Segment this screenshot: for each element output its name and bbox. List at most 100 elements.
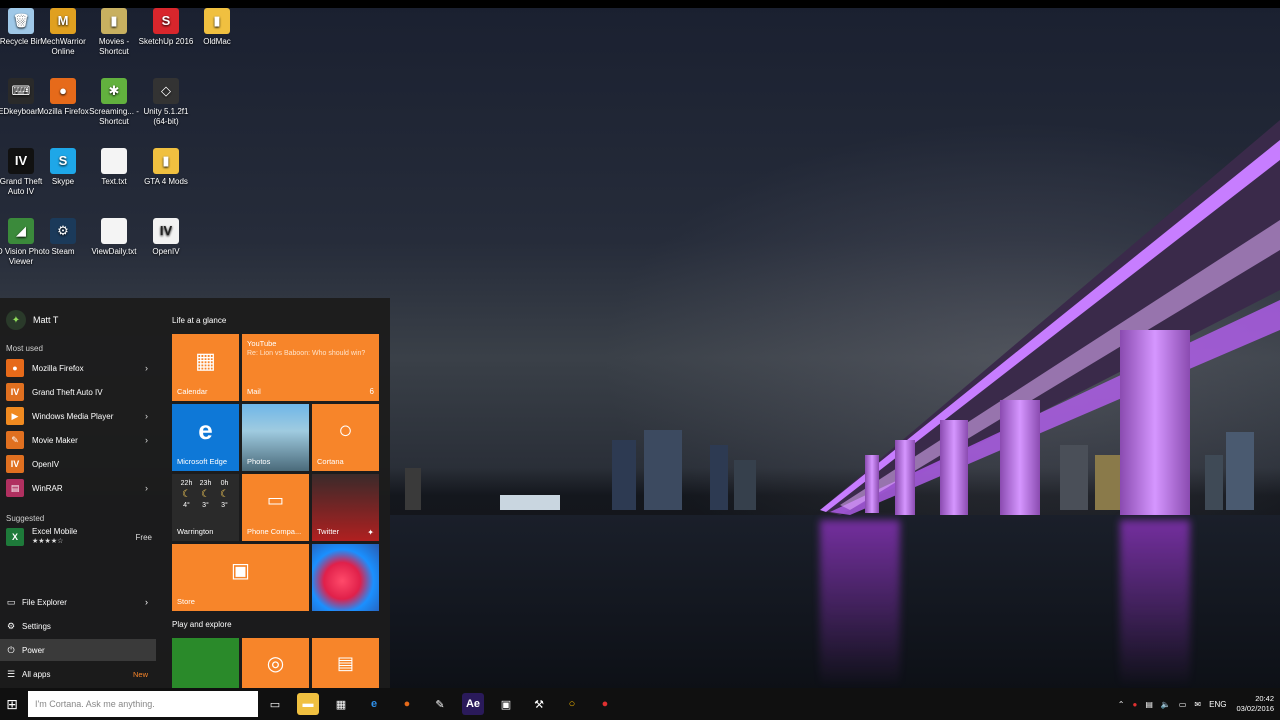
desktop-icon[interactable]: S Skype [34, 148, 92, 187]
cortana-search-box[interactable]: I'm Cortana. Ask me anything. [28, 691, 258, 717]
tile-twitter[interactable]: Twitter ✦ [312, 474, 379, 541]
image-viewer-icon[interactable]: ▣ [495, 693, 517, 715]
groove-music-icon: ◎ [266, 652, 285, 675]
tile-candy-crush[interactable] [312, 544, 379, 611]
tile-microsoft-edge[interactable]: e Microsoft Edge [172, 404, 239, 471]
ring-app-icon[interactable]: ○ [561, 693, 583, 715]
system-tray: ⌃ ● ▤ 🔈 ▭ ✉ ENG 20:42 03/02/2016 [1110, 688, 1274, 720]
network-icon[interactable]: ▤ [1145, 700, 1153, 709]
start-menu: ✦ Matt T Most used ● Mozilla Firefox › IV Gr… [0, 298, 390, 688]
system-item[interactable]: ⏻ Power [0, 639, 156, 661]
store-icon[interactable]: ▦ [330, 693, 352, 715]
chevron-right-icon[interactable]: › [145, 363, 148, 373]
firefox-icon[interactable]: ● [396, 693, 418, 715]
most-used-item[interactable]: IV Grand Theft Auto IV [6, 381, 156, 403]
recycle-bin-icon: 🗑 [8, 8, 34, 34]
tile-phone-companion[interactable]: ▭ Phone Compa... [242, 474, 309, 541]
suggested-app-name: Excel Mobile [32, 527, 78, 536]
tile-movies-tv[interactable]: ▤ [312, 638, 379, 688]
action-center-icon[interactable]: ✉ [1194, 700, 1201, 709]
tile-calendar[interactable]: ▦ Calendar [172, 334, 239, 401]
desktop-icon[interactable]: ▮ GTA 4 Mods [137, 148, 195, 187]
volume-icon[interactable]: 🔈 [1161, 700, 1171, 709]
tool-icon[interactable]: ⚒ [528, 693, 550, 715]
most-used-item[interactable]: IV OpenIV [6, 453, 156, 475]
tile-store[interactable]: ▣ Store [172, 544, 309, 611]
desktop-icon[interactable]: ◇ Unity 5.1.2f1 (64-bit) [137, 78, 195, 127]
system-item[interactable]: ⚙ Settings [0, 615, 156, 637]
system-item-label: Settings [22, 621, 51, 631]
chevron-right-icon[interactable]: › [145, 483, 148, 493]
desktop-icon-label: Movies - Shortcut [98, 37, 130, 56]
most-used-label: Mozilla Firefox [32, 363, 84, 373]
desktop-icon[interactable]: ⚙ Steam [34, 218, 92, 257]
system-item-label: All apps [22, 669, 51, 679]
chevron-right-icon[interactable]: › [145, 435, 148, 445]
tile-cortana-label: Cortana [317, 457, 344, 466]
suggested-rating: ★★★★☆ [32, 538, 64, 545]
edge-icon: e [198, 415, 213, 445]
desktop-icon[interactable]: M MechWarrior Online [34, 8, 92, 57]
desktop-icon[interactable]: ● Mozilla Firefox [34, 78, 92, 117]
weather-hour: 0h ☾ 3° [215, 478, 234, 511]
folder-icon: ▮ [153, 148, 179, 174]
most-used-item[interactable]: ✎ Movie Maker › [6, 429, 156, 451]
desktop-icon[interactable]: IV OpenIV [137, 218, 195, 257]
messages-icon[interactable]: ▭ [1179, 700, 1187, 709]
most-used-item[interactable]: ▤ WinRAR › [6, 477, 156, 499]
tile-mail-label: Mail [247, 387, 261, 396]
tile-mail[interactable]: YouTube Re: Lion vs Baboon: Who should w… [242, 334, 379, 401]
moon-icon: ☾ [182, 489, 191, 500]
openiv-icon: IV [6, 455, 24, 473]
chevron-right-icon[interactable]: › [145, 411, 148, 421]
most-used-label: Windows Media Player [32, 411, 114, 421]
search-placeholder: I'm Cortana. Ask me anything. [35, 699, 155, 709]
mail-app-name: YouTube [247, 339, 277, 348]
desktop-icon-label: Text.txt [101, 177, 127, 186]
file-explorer-icon[interactable]: ▬ [297, 693, 319, 715]
record-icon[interactable]: ● [594, 693, 616, 715]
record-tray-icon[interactable]: ● [1132, 700, 1137, 709]
suggested-excel-mobile[interactable]: X Excel Mobile ★★★★☆ Free [6, 526, 156, 548]
tile-weather[interactable]: 22h ☾ 4° 23h ☾ 3° 0h ☾ 3° Warrington [172, 474, 239, 541]
system-item-label: File Explorer [22, 597, 67, 607]
desktop-icon-label: OldMac [203, 37, 231, 46]
winrar-icon: ▤ [6, 479, 24, 497]
desktop-icon[interactable]: ▮ Movies - Shortcut [85, 8, 143, 57]
gta-iv-icon: IV [6, 383, 24, 401]
most-used-item[interactable]: ▶ Windows Media Player › [6, 405, 156, 427]
all-apps-icon: ☰ [6, 668, 16, 679]
weather-time: 23h [199, 480, 212, 487]
most-used-label: WinRAR [32, 483, 63, 493]
desktop-icon[interactable]: ▮ OldMac [188, 8, 246, 47]
language-indicator[interactable]: ENG [1209, 700, 1226, 709]
pin-icon[interactable]: ✎ [429, 693, 451, 715]
task-view-icon[interactable]: ▭ [264, 693, 286, 715]
most-used-item[interactable]: ● Mozilla Firefox › [6, 357, 156, 379]
desktop-icon-label: Screaming... - Shortcut [89, 107, 139, 126]
chevron-up-icon[interactable]: ⌃ [1118, 700, 1125, 709]
edge-icon[interactable]: e [363, 693, 385, 715]
tile-groove-music[interactable]: ◎ [242, 638, 309, 688]
clock[interactable]: 20:42 03/02/2016 [1236, 694, 1274, 714]
keyboard-icon: ⌨ [8, 78, 34, 104]
tile-xbox[interactable] [172, 638, 239, 688]
system-item[interactable]: ▭ File Explorer › [0, 591, 156, 613]
after-effects-icon[interactable]: Ae [462, 693, 484, 715]
user-account[interactable]: ✦ Matt T [6, 310, 58, 330]
desktop-icon[interactable]: Text.txt [85, 148, 143, 187]
desktop-icon[interactable]: ✱ Screaming... - Shortcut [85, 78, 143, 127]
chevron-right-icon[interactable]: › [145, 597, 148, 607]
weather-temp: 4° [183, 502, 190, 509]
tile-photos[interactable]: Photos [242, 404, 309, 471]
weather-time: 22h [180, 480, 193, 487]
settings-gear-icon: ⚙ [6, 620, 16, 631]
openiv-icon: IV [153, 218, 179, 244]
desktop-icon[interactable]: S SketchUp 2016 [137, 8, 195, 47]
store-bag-icon: ▣ [231, 560, 250, 582]
tile-cortana[interactable]: ○ Cortana [312, 404, 379, 471]
start-button[interactable]: ⊞ [0, 688, 24, 720]
system-item[interactable]: ☰ All apps New [0, 663, 156, 685]
desktop-icon-label: MechWarrior Online [40, 37, 86, 56]
desktop-icon[interactable]: ViewDaily.txt [85, 218, 143, 257]
